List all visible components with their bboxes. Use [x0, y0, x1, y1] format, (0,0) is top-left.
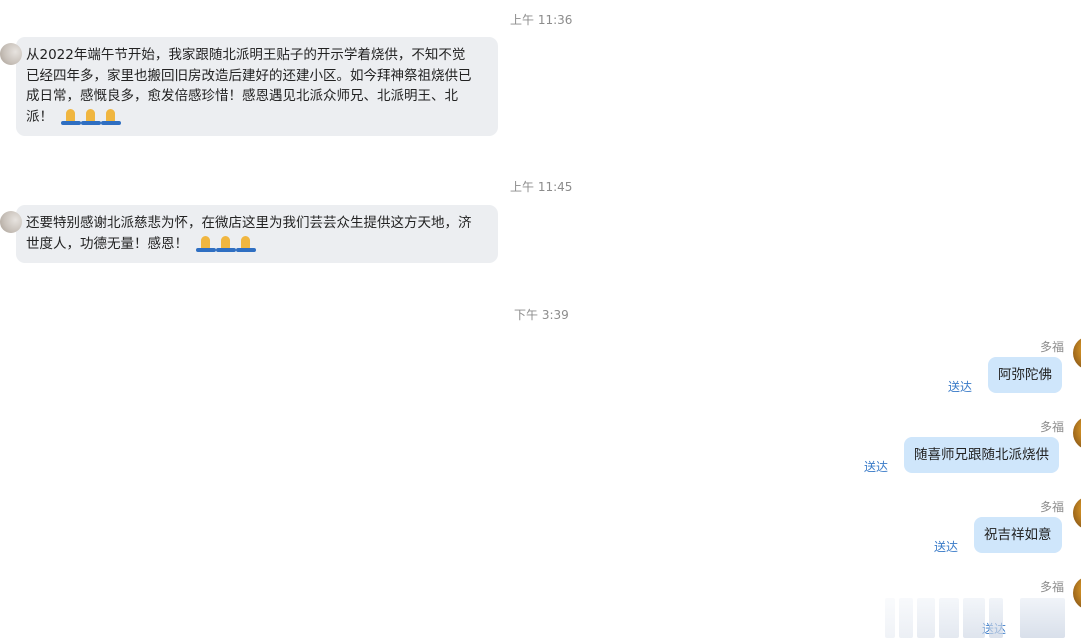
preview-bar	[885, 598, 895, 638]
sender-name: 多福	[1040, 340, 1065, 354]
pray-emoji-group	[61, 108, 122, 129]
pray-hands-icon	[236, 235, 257, 252]
image-preview-strip	[885, 598, 1081, 640]
pray-hands-icon	[101, 108, 122, 125]
message-line: 从2022年端午节开始，我家跟随北派明王贴子的开示学着烧供，不知不觉	[26, 47, 466, 63]
message-line-with-emoji: 派！	[26, 107, 488, 129]
message-line: 已经四年多，家里也搬回旧房改造后建好的还建小区。如今拜神祭祖烧供已	[26, 67, 472, 84]
message-line: 派！	[26, 108, 53, 125]
sender-name: 多福	[1040, 420, 1065, 434]
delivery-status: 送达	[934, 540, 959, 554]
message-line: 世度人，功德无量！感恩！	[26, 235, 188, 252]
message-line: 成日常，感慨良多，愈发倍感珍惜！感恩遇见北派众师兄、北派明王、北	[26, 88, 458, 104]
user-avatar[interactable]	[1073, 416, 1081, 450]
user-avatar[interactable]	[1073, 496, 1081, 530]
preview-bar	[1020, 598, 1065, 638]
contact-avatar[interactable]	[0, 211, 22, 233]
pray-emoji-group	[196, 235, 257, 256]
preview-bar	[939, 598, 959, 638]
pray-hands-icon	[216, 235, 237, 252]
preview-bar	[917, 598, 935, 638]
contact-avatar[interactable]	[0, 43, 22, 65]
pray-hands-icon	[81, 108, 102, 125]
outgoing-message-1[interactable]: 阿弥陀佛	[988, 357, 1062, 393]
outgoing-message-2[interactable]: 随喜师兄跟随北派烧供	[904, 437, 1059, 473]
pray-hands-icon	[61, 108, 82, 125]
sender-name: 多福	[1040, 500, 1065, 514]
incoming-message-1[interactable]: 从2022年端午节开始，我家跟随北派明王贴子的开示学着烧供，不知不觉 已经四年多…	[0, 37, 498, 136]
user-avatar[interactable]	[1073, 336, 1081, 370]
delivery-status: 送达	[864, 460, 889, 474]
preview-bar	[963, 598, 985, 638]
message-line-with-emoji: 世度人，功德无量！感恩！	[26, 234, 488, 256]
preview-bar	[899, 598, 913, 638]
timestamp: 下午 3:39	[514, 308, 569, 322]
delivery-status: 送达	[948, 380, 973, 394]
message-line: 还要特别感谢北派慈悲为怀，在微店这里为我们芸芸众生提供这方天地，济	[26, 215, 472, 231]
pray-hands-icon	[196, 235, 217, 252]
chat-window: 上午 11:36 从2022年端午节开始，我家跟随北派明王贴子的开示学着烧供，不…	[0, 0, 1081, 640]
preview-bar	[989, 598, 1003, 638]
sender-name: 多福	[1040, 580, 1065, 594]
timestamp: 上午 11:45	[510, 180, 573, 194]
outgoing-message-3[interactable]: 祝吉祥如意	[974, 517, 1062, 553]
incoming-message-2[interactable]: 还要特别感谢北派慈悲为怀，在微店这里为我们芸芸众生提供这方天地，济 世度人，功德…	[0, 205, 498, 263]
timestamp: 上午 11:36	[510, 13, 573, 27]
